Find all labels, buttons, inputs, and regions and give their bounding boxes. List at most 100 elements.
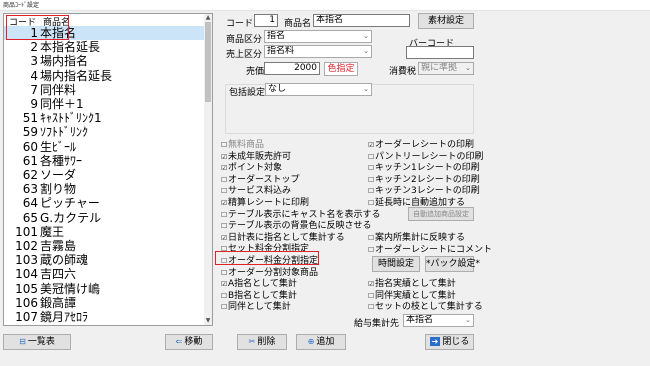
checkbox-item[interactable]: ☐同伴として集計 <box>221 302 291 313</box>
list-item[interactable]: 3 場内指名 <box>4 54 206 68</box>
list-item[interactable]: 64 ピッチャー <box>4 196 206 210</box>
delete-button[interactable]: ✂ 削除 <box>237 334 287 350</box>
list-item[interactable]: 61 各種ｻﾜｰ <box>4 154 206 168</box>
list-item-name: 割り物 <box>40 182 77 197</box>
list-item[interactable]: 103 蔵の師魂 <box>4 253 206 267</box>
list-item-name: 各種ｻﾜｰ <box>40 153 83 168</box>
checkbox-item[interactable]: ☑精算レシートに印刷 <box>221 198 309 209</box>
list-item[interactable]: 101 魔王 <box>4 225 206 239</box>
add-button[interactable]: ⊕ 追加 <box>296 334 346 350</box>
checkbox-item[interactable]: ☐キッチン2レシートの印刷 <box>368 175 480 186</box>
list-item[interactable]: 4 場内指名延長 <box>4 69 206 83</box>
category-select[interactable]: 指名 ⌄ <box>264 30 372 43</box>
checkbox-empty-icon[interactable]: ☐ <box>221 186 227 197</box>
checkbox-item[interactable]: ☐テーブル表示の背景色に反映させる <box>221 221 371 232</box>
checkbox-empty-icon[interactable]: ☐ <box>221 210 227 221</box>
checkbox-item[interactable]: ☐キッチン1レシートの印刷 <box>368 163 480 174</box>
checkbox-empty-icon[interactable]: ☐ <box>368 291 374 302</box>
checkbox-checked-icon[interactable]: ☑ <box>221 233 227 244</box>
checkbox-empty-icon[interactable]: ☐ <box>221 291 227 302</box>
checkbox-item[interactable]: ☐案内所集計に反映する <box>368 233 465 244</box>
checkbox-item[interactable]: ☑ポイント対象 <box>221 163 282 174</box>
list-item[interactable]: 59 ｿﾌﾄﾄﾞﾘﾝｸ <box>4 125 206 139</box>
list-item[interactable]: 105 美冠情け嶋 <box>4 282 206 296</box>
checkbox-item[interactable]: ☐同伴実績として集計 <box>368 291 456 302</box>
checkbox-checked-icon[interactable]: ☑ <box>221 279 227 290</box>
pack-settings-button[interactable]: *パック設定* <box>425 256 480 272</box>
checkbox-checked-icon[interactable]: ☑ <box>368 140 374 151</box>
checkbox-empty-icon[interactable]: ☐ <box>368 233 374 244</box>
checkbox-item[interactable]: ☐B指名として集計 <box>221 291 297 302</box>
barcode-input[interactable] <box>406 46 474 59</box>
checkbox-item[interactable]: ☐オーダーストップ <box>221 175 300 186</box>
checkbox-empty-icon[interactable]: ☐ <box>221 140 227 151</box>
salary-select[interactable]: 本指名 ⌄ <box>403 314 474 327</box>
list-item[interactable]: 63 割り物 <box>4 182 206 196</box>
checkbox-empty-icon[interactable]: ☐ <box>368 175 374 186</box>
checkbox-checked-icon[interactable]: ☑ <box>221 163 227 174</box>
checkbox-empty-icon[interactable]: ☐ <box>368 186 374 197</box>
time-settings-button[interactable]: 時間設定 <box>372 256 420 272</box>
scroll-thumb[interactable] <box>205 22 211 102</box>
checkbox-checked-icon[interactable]: ☑ <box>221 152 227 163</box>
checkbox-empty-icon[interactable]: ☐ <box>368 302 374 313</box>
list-item[interactable]: 104 吉四六 <box>4 267 206 281</box>
list-scrollbar[interactable]: ▲ ▼ <box>204 14 212 325</box>
checkbox-item[interactable]: ☐オーダーレシートにコメント <box>368 245 492 256</box>
list-item[interactable]: 62 ソーダ <box>4 168 206 182</box>
checkbox-item[interactable]: ☐テーブル表示にキャスト名を表示する <box>221 210 380 221</box>
code-input[interactable]: 1 <box>254 14 278 27</box>
checkbox-label: テーブル表示にキャスト名を表示する <box>228 209 381 220</box>
list-item-code: 102 <box>15 239 38 253</box>
color-button[interactable]: 色指定 <box>324 62 358 76</box>
checkbox-checked-icon[interactable]: ☑ <box>368 279 374 290</box>
list-button[interactable]: ⊟ 一覧表 <box>3 334 71 350</box>
list-item[interactable]: 9 同伴＋1 <box>4 97 206 111</box>
checkbox-item[interactable]: ☐オーダー分割対象商品 <box>221 268 318 279</box>
material-settings-button[interactable]: 素材設定 <box>418 13 474 29</box>
list-item[interactable]: 106 鍛高譚 <box>4 296 206 310</box>
checkbox-empty-icon[interactable]: ☐ <box>221 221 227 232</box>
checkbox-item[interactable]: ☑A指名として集計 <box>221 279 297 290</box>
list-item[interactable]: 102 吉霧島 <box>4 239 206 253</box>
checkbox-item[interactable]: ☐パントリーレシートの印刷 <box>368 152 483 163</box>
checkbox-item[interactable]: ☐セットの枝として集計する <box>368 302 483 313</box>
checkbox-item[interactable]: ☑日計表に指名として集計する <box>221 233 345 244</box>
checkbox-empty-icon[interactable]: ☐ <box>368 245 374 256</box>
auto-add-button[interactable]: 自動追加商品設定 <box>408 207 474 221</box>
scroll-down-icon[interactable]: ▼ <box>204 317 212 325</box>
list-item-name: 吉霧島 <box>40 239 77 253</box>
price-input[interactable]: 2000 <box>264 62 320 75</box>
list-item-code: 103 <box>15 253 38 268</box>
close-button[interactable]: ➜ 閉じる <box>425 334 474 350</box>
sales-select[interactable]: 指名料 ⌄ <box>264 45 372 58</box>
move-button[interactable]: ⇐ 移動 <box>165 334 213 350</box>
name-input[interactable]: 本指名 <box>313 14 410 27</box>
list-item[interactable]: 60 生ﾋﾞｰﾙ <box>4 140 206 154</box>
list-item[interactable]: 65 G.カクテル <box>4 211 206 225</box>
product-list[interactable]: コード 商品名 1 本指名 2 本指名延長 3 場内指名 4 場内指名延長 7 同伴料 9 同伴＋1 5… <box>3 13 213 326</box>
checkbox-item[interactable]: ☑オーダーレシートの印刷 <box>368 140 474 151</box>
checkbox-empty-icon[interactable]: ☐ <box>221 268 227 279</box>
price-label: 売価 <box>246 67 265 77</box>
checkbox-item[interactable]: ☐無料商品 <box>221 140 264 151</box>
checkbox-item[interactable]: ☑未成年販売許可 <box>221 152 291 163</box>
list-item-name: ソーダ <box>40 168 77 182</box>
checkbox-checked-icon[interactable]: ☑ <box>221 198 227 209</box>
list-item[interactable]: 51 ｷｬｽﾄﾄﾞﾘﾝｸ1 <box>4 111 206 125</box>
list-item[interactable]: 107 鏡月ｱｾﾛﾗ <box>4 310 206 324</box>
list-item[interactable]: 2 本指名延長 <box>4 40 206 54</box>
scroll-up-icon[interactable]: ▲ <box>204 14 212 22</box>
checkbox-empty-icon[interactable]: ☐ <box>368 163 374 174</box>
tax-select[interactable]: 親に準拠 ⌄ <box>418 62 474 75</box>
checkbox-item[interactable]: ☑指名実績として集計 <box>368 279 456 290</box>
checkbox-label: 精算レシートに印刷 <box>228 198 310 208</box>
checkbox-empty-icon[interactable]: ☐ <box>368 198 374 209</box>
checkbox-empty-icon[interactable]: ☐ <box>221 302 227 313</box>
checkbox-item[interactable]: ☐キッチン3レシートの印刷 <box>368 186 480 197</box>
list-item[interactable]: 7 同伴料 <box>4 83 206 97</box>
checkbox-empty-icon[interactable]: ☐ <box>368 152 374 163</box>
checkbox-item[interactable]: ☐サービス料込み <box>221 186 291 197</box>
checkbox-empty-icon[interactable]: ☐ <box>221 175 227 186</box>
package-select[interactable]: なし ⌄ <box>265 83 372 96</box>
